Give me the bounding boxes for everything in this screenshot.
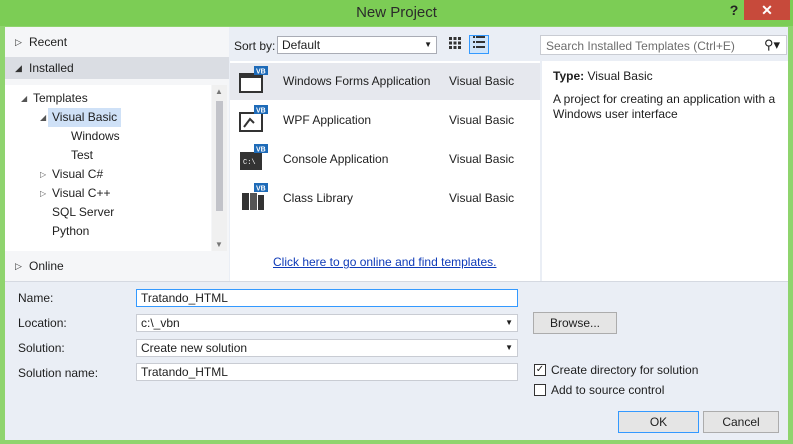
location-value: c:\_vbn [141, 316, 180, 330]
solution-name-label: Solution name: [18, 366, 99, 380]
dialog-title: New Project [356, 4, 437, 21]
collapse-arrow-icon: ◢ [21, 94, 28, 103]
type-line: Type: Visual Basic [553, 69, 653, 83]
nav-online-label: Online [29, 259, 64, 273]
name-field[interactable]: Tratando_HTML [136, 289, 518, 307]
tree-item-label: SQL Server [52, 205, 115, 219]
template-name: Windows Forms Application [283, 74, 431, 88]
expand-arrow-icon: ▷ [40, 170, 47, 179]
svg-text:VB: VB [256, 147, 266, 154]
sort-by-select[interactable]: Default ▼ [277, 36, 437, 54]
description-text: A project for creating an application wi… [553, 92, 776, 121]
tree-item-visual-csharp[interactable]: ▷ Visual C# [40, 165, 104, 184]
solution-label: Solution: [18, 341, 65, 355]
tree-item-label: Visual C# [52, 167, 104, 181]
nav-online[interactable]: ▷ Online [5, 255, 229, 277]
template-tree: ◢ Templates ◢ Visual Basic Windows Test … [5, 85, 211, 251]
search-box: ⚲▾ [540, 35, 787, 56]
tree-item-label: Visual Basic [52, 110, 118, 124]
list-view-icon[interactable] [469, 35, 489, 54]
tree-item-label: Test [71, 148, 94, 162]
source-control-checkbox[interactable] [534, 384, 546, 396]
tree-item-sql-server[interactable]: SQL Server [52, 203, 114, 222]
tree-item-visual-basic[interactable]: ◢ Visual Basic [40, 108, 122, 127]
tree-item-python[interactable]: Python [52, 222, 89, 241]
template-item-wpf[interactable]: VB WPF Application Visual Basic [230, 102, 540, 139]
project-settings-form: Name: Tratando_HTML Location: c:\_vbn ▼ … [5, 281, 788, 440]
template-language: Visual Basic [449, 74, 515, 88]
windows-forms-icon: VB [239, 66, 268, 93]
template-name: Console Application [283, 152, 389, 166]
template-language: Visual Basic [449, 152, 515, 166]
scroll-thumb[interactable] [216, 101, 223, 211]
browse-button[interactable]: Browse... [533, 312, 617, 334]
create-directory-checkbox[interactable]: ✓ [534, 364, 546, 376]
template-language: Visual Basic [449, 191, 515, 205]
expand-arrow-icon: ▷ [40, 189, 47, 198]
tree-item-label: Templates [33, 91, 88, 105]
template-item-windows-forms[interactable]: VB Windows Forms Application Visual Basi… [230, 63, 540, 100]
expand-triangle-icon: ▷ [15, 37, 22, 47]
tree-item-label: Python [52, 224, 90, 238]
scroll-down-icon[interactable]: ▼ [215, 240, 223, 249]
collapse-arrow-icon: ◢ [40, 113, 47, 122]
chevron-down-icon: ▼ [505, 318, 513, 327]
help-button[interactable]: ? [724, 2, 744, 22]
template-item-class-library[interactable]: VB Class Library Visual Basic [230, 180, 540, 217]
tree-item-label: Windows [71, 129, 120, 143]
solution-select[interactable]: Create new solution ▼ [136, 339, 518, 357]
tree-item-visual-cpp[interactable]: ▷ Visual C++ [40, 184, 111, 203]
tree-item-label: Visual C++ [52, 186, 111, 200]
sort-by-value: Default [282, 38, 321, 52]
chevron-down-icon: ▼ [424, 40, 432, 49]
new-project-dialog: New Project ? ✕ ▷ Recent ◢ Installed ◢ T… [0, 0, 793, 444]
name-label: Name: [18, 291, 54, 305]
template-name: Class Library [283, 191, 354, 205]
nav-recent-label: Recent [29, 35, 68, 49]
svg-text:VB: VB [256, 108, 266, 115]
sort-by-label: Sort by: [234, 39, 276, 53]
type-value: Visual Basic [587, 69, 653, 83]
source-control-label: Add to source control [551, 383, 665, 397]
ok-button[interactable]: OK [618, 411, 699, 433]
location-field[interactable]: c:\_vbn ▼ [136, 314, 518, 332]
svg-text:VB: VB [256, 186, 266, 193]
expand-triangle-icon: ▷ [15, 261, 22, 271]
nav-installed-label: Installed [29, 61, 74, 75]
svg-text:VB: VB [256, 69, 266, 76]
collapse-triangle-icon: ◢ [15, 63, 22, 73]
cancel-button[interactable]: Cancel [703, 411, 779, 433]
nav-installed[interactable]: ◢ Installed [5, 57, 229, 79]
create-directory-label: Create directory for solution [551, 363, 699, 377]
tree-item-windows[interactable]: Windows [71, 127, 120, 146]
tree-item-templates[interactable]: ◢ Templates [21, 89, 88, 108]
console-icon: C:\ VB [240, 144, 268, 170]
solution-value: Create new solution [141, 341, 248, 355]
close-button[interactable]: ✕ [744, 0, 790, 20]
template-item-console[interactable]: C:\ VB Console Application Visual Basic [230, 141, 540, 178]
search-icon[interactable]: ⚲▾ [764, 37, 780, 53]
class-library-icon: VB [242, 183, 268, 210]
grid-view-icon[interactable] [445, 36, 465, 54]
chevron-down-icon: ▼ [505, 343, 513, 352]
nav-recent[interactable]: ▷ Recent [5, 31, 229, 53]
type-label: Type: [553, 69, 585, 83]
tree-item-test[interactable]: Test [71, 146, 93, 165]
title-bar: New Project ? ✕ [0, 0, 793, 26]
search-input[interactable] [541, 36, 762, 56]
scroll-up-icon[interactable]: ▲ [215, 87, 223, 96]
online-templates-link[interactable]: Click here to go online and find templat… [273, 255, 496, 269]
solution-name-field[interactable]: Tratando_HTML [136, 363, 518, 381]
left-navigation: ▷ Recent ◢ Installed ◢ Templates ◢ Visua… [5, 27, 229, 281]
template-language: Visual Basic [449, 113, 515, 127]
tree-scrollbar[interactable]: ▲ ▼ [212, 85, 227, 251]
svg-text:C:\: C:\ [243, 159, 256, 167]
location-label: Location: [18, 316, 67, 330]
template-name: WPF Application [283, 113, 372, 127]
dialog-body: ▷ Recent ◢ Installed ◢ Templates ◢ Visua… [5, 27, 788, 440]
wpf-icon: VB [239, 105, 268, 132]
sort-toolbar: Sort by: Default ▼ ⚲▾ [229, 27, 788, 61]
template-description: Type: Visual Basic A project for creatin… [542, 61, 788, 281]
template-list: VB Windows Forms Application Visual Basi… [230, 61, 540, 281]
